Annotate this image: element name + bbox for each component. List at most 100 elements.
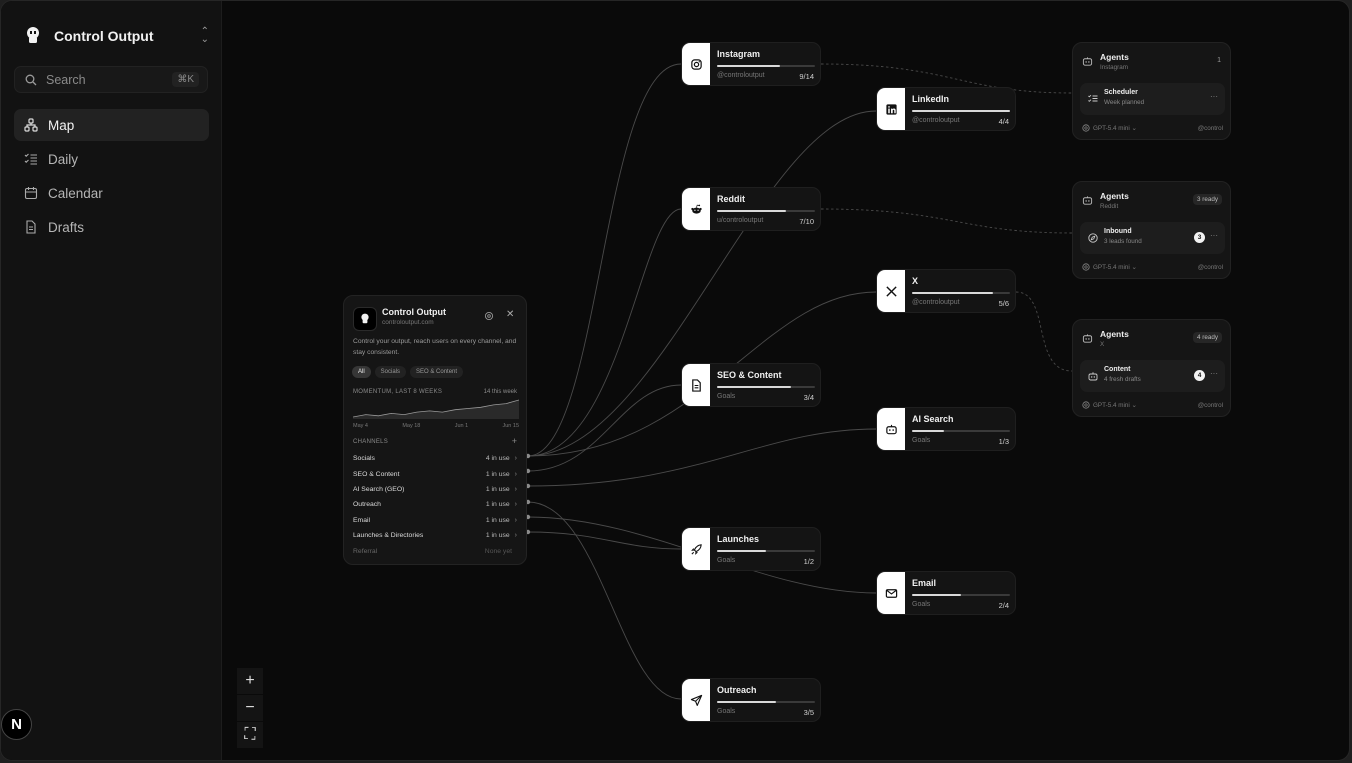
node-title: Email [912,578,937,588]
more-icon[interactable]: ··· [1210,369,1218,378]
x-logo-icon [885,285,897,297]
next-badge[interactable]: N [1,709,32,740]
node-count: 2/4 [998,601,1009,610]
node-count: 5/6 [998,299,1009,308]
workspace-switcher[interactable]: Control Output ⌃ ⌄ [23,23,209,49]
close-icon[interactable]: ✕ [506,309,514,320]
agents-panel-x[interactable]: Agents X 4 ready Content 4 fresh drafts … [1072,319,1231,417]
chevron-right-icon: › [514,485,517,493]
sidebar: Control Output ⌃ ⌄ Search ⌘K Map Daily Ca… [1,1,222,760]
agent-handle: @control [1197,263,1223,271]
channel-name: Email [353,516,370,524]
channel-row[interactable]: Referral None yet [353,543,517,558]
node-instagram[interactable]: Instagram @controloutput 9/14 [681,42,821,86]
chevron-updown-icon: ⌃ ⌄ [200,26,209,45]
sidebar-item-calendar[interactable]: Calendar [14,177,209,209]
agents-panel-reddit[interactable]: Agents Reddit 3 ready Inbound 3 leads fo… [1072,181,1231,279]
node-count: 7/10 [799,217,814,226]
progress-bar [912,292,1010,294]
more-icon[interactable]: ··· [1210,231,1218,240]
channel-name: Launches & Directories [353,532,424,540]
zoom-out-button[interactable]: − [237,695,263,721]
filter-socials[interactable]: Socials [374,366,407,378]
node-subtitle: @controloutput [717,72,765,79]
sidebar-item-drafts[interactable]: Drafts [14,211,209,243]
channel-row[interactable]: Outreach 1 in use › [353,497,517,512]
channel-usage: 1 in use [485,470,510,478]
model-selector[interactable]: GPT-5.4 mini ⌄ [1093,264,1198,271]
progress-bar [717,65,815,67]
node-title: LinkedIn [912,94,950,104]
chevron-right-icon: › [514,516,517,524]
sidebar-item-daily[interactable]: Daily [14,143,209,175]
agent-task[interactable]: Inbound 3 leads found 3 ··· [1080,222,1225,254]
node-count: 3/4 [803,393,814,402]
task-title: Inbound [1104,228,1132,235]
chevron-right-icon: › [514,501,517,509]
agent-icon [1082,196,1093,205]
ready-badge: 3 ready [1192,194,1222,205]
node-subtitle: Goals [912,437,931,444]
node-title: Launches [717,534,760,544]
app-window: Control Output ⌃ ⌄ Search ⌘K Map Daily Ca… [0,0,1350,761]
agent-icon [1082,334,1093,343]
channel-row[interactable]: SEO & Content 1 in use › [353,466,517,481]
agent-footer: GPT-5.4 mini ⌄ @control [1082,124,1223,132]
more-icon[interactable]: ··· [1210,92,1218,101]
search-input[interactable]: Search ⌘K [14,66,208,93]
zoom-in-button[interactable]: + [237,668,263,694]
channel-name: Socials [353,455,375,463]
date-label: May 18 [402,423,421,429]
node-launches[interactable]: Launches Goals 1/2 [681,527,821,571]
mail-icon [885,588,897,598]
node-reddit[interactable]: Reddit u/controloutput 7/10 [681,187,821,231]
openai-icon [1082,401,1090,409]
project-card[interactable]: Control Output controloutput.com ✕ Contr… [343,295,527,565]
channel-usage: 1 in use [485,532,510,540]
ready-badge: 4 ready [1192,332,1222,343]
agent-task[interactable]: Scheduler Week planned ··· [1080,83,1225,115]
progress-bar [717,550,815,552]
add-channel-button[interactable]: + [512,436,517,446]
node-x[interactable]: X @controloutput 5/6 [876,269,1016,313]
sidebar-item-label: Drafts [48,219,85,235]
channel-row[interactable]: Email 1 in use › [353,513,517,528]
model-selector[interactable]: GPT-5.4 mini ⌄ [1093,125,1198,132]
channel-row[interactable]: Launches & Directories 1 in use › [353,528,517,543]
filter-seo[interactable]: SEO & Content [410,366,464,378]
channel-row[interactable]: Socials 4 in use › [353,451,517,466]
node-count: 1/3 [998,437,1009,446]
agents-count: 1 [1217,57,1221,64]
progress-bar [912,594,1010,596]
node-count: 3/5 [803,708,814,717]
channel-name: Referral [353,547,378,555]
node-email[interactable]: Email Goals 2/4 [876,571,1016,615]
agent-icon [1082,57,1093,66]
date-label: Jun 1 [454,423,469,429]
sidebar-item-map[interactable]: Map [14,109,209,141]
settings-icon[interactable] [484,311,494,321]
compass-icon [1088,233,1098,243]
node-linkedin[interactable]: LinkedIn @controloutput 4/4 [876,87,1016,131]
node-outreach[interactable]: Outreach Goals 3/5 [681,678,821,722]
agents-panel-instagram[interactable]: Agents Instagram 1 Scheduler Week planne… [1072,42,1231,140]
sparkline-dates: May 4 May 18 Jun 1 Jun 15 [353,423,519,429]
model-selector[interactable]: GPT-5.4 mini ⌄ [1093,402,1198,409]
momentum-label: MOMENTUM, LAST 8 WEEKS [353,389,443,395]
channel-name: Outreach [353,501,381,509]
fit-view-button[interactable]: ⛶ [237,722,263,748]
chevron-right-icon: › [514,470,517,478]
channels-label: CHANNELS [353,439,389,445]
agent-handle: @control [1197,401,1223,409]
document-icon [26,220,36,234]
filter-all[interactable]: All [352,366,371,378]
node-ai-search[interactable]: AI Search Goals 1/3 [876,407,1016,451]
channel-row[interactable]: AI Search (GEO) 1 in use › [353,482,517,497]
progress-bar [717,701,815,703]
linkedin-icon [885,103,897,115]
node-seo-content[interactable]: SEO & Content Goals 3/4 [681,363,821,407]
node-title: SEO & Content [717,370,782,380]
agent-task[interactable]: Content 4 fresh drafts 4 ··· [1080,360,1225,392]
project-url: controloutput.com [382,319,434,326]
workspace-name: Control Output [54,28,154,44]
